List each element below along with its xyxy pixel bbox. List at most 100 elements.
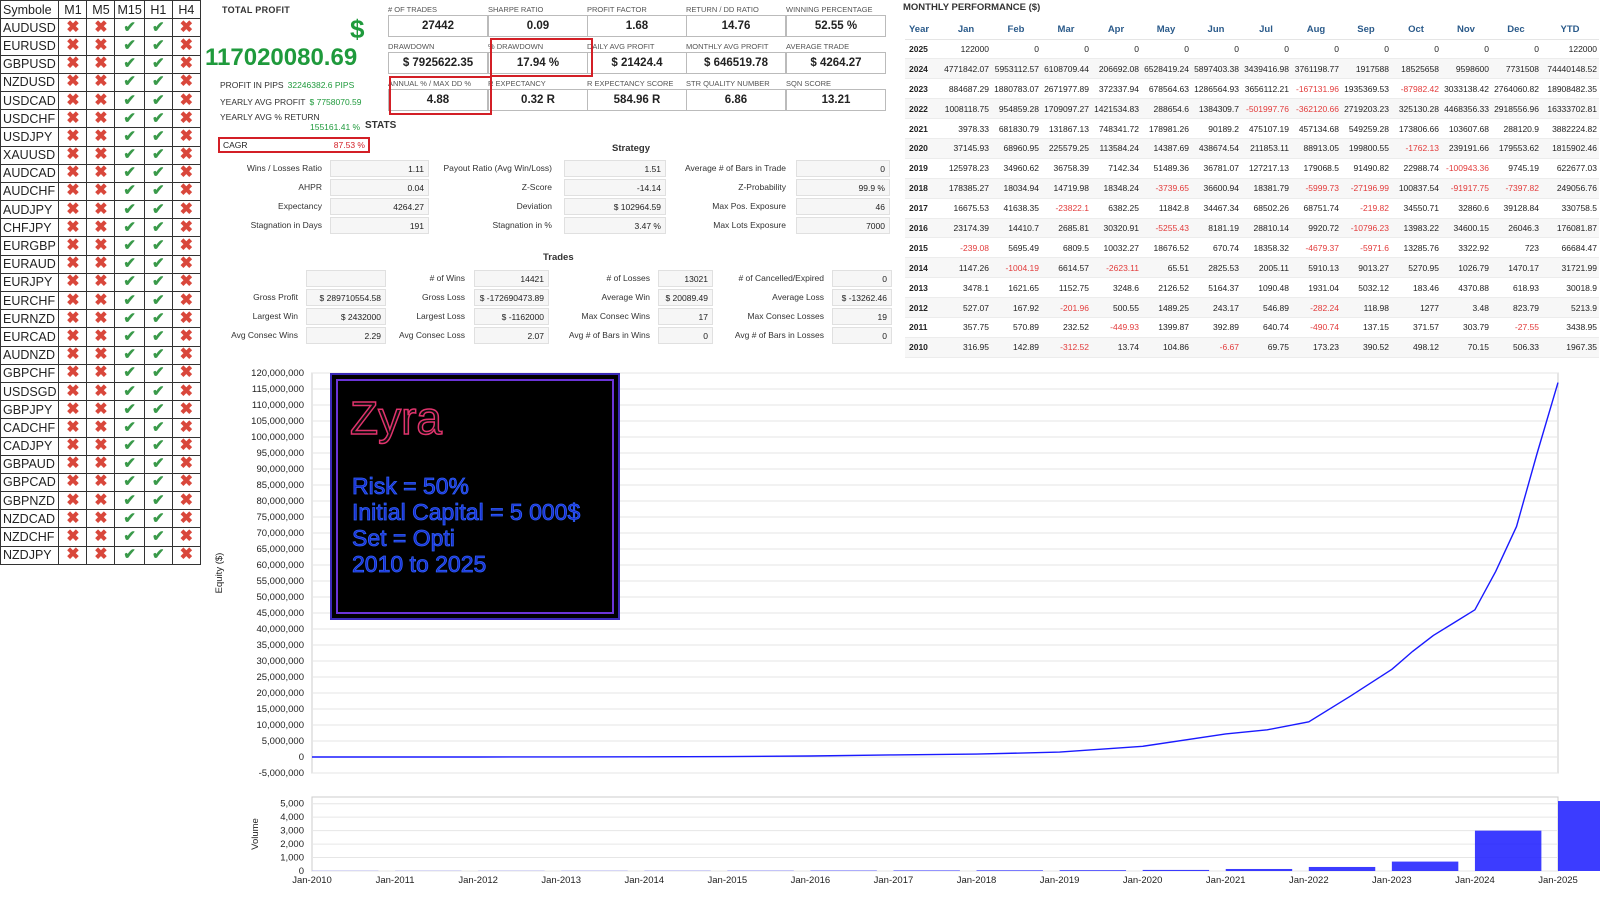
month-value: -23822.1: [1041, 198, 1091, 219]
month-value: 28810.14: [1241, 218, 1291, 239]
metric-label: SHARPE RATIO: [488, 5, 544, 14]
symbol-name: GBPNZD: [0, 491, 60, 511]
symbol-row: USDJPY ✖ ✖ ✔ ✔ ✖: [0, 127, 201, 147]
monthly-row: 2018 178385.27 18034.94 14719.98 18348.24 -37…: [905, 178, 1599, 199]
trades-label: # of Losses: [606, 273, 650, 283]
metric-label: AVERAGE TRADE: [786, 42, 850, 51]
timeframe-cell: ✔: [114, 509, 145, 529]
trades-label: # of Cancelled/Expired: [738, 273, 824, 283]
strategy-value: 3.47 %: [564, 217, 666, 234]
timeframe-cell: ✖: [171, 290, 201, 311]
equity-y-tick-label: 10,000,000: [256, 720, 304, 731]
monthly-row: 2025 122000 0 0 0 0 0 0 0 0 0 0 0 122000: [905, 39, 1599, 60]
timeframe-cell: ✖: [171, 309, 201, 329]
check-icon: ✔: [152, 218, 165, 236]
monthly-row: 2013 3478.1 1621.65 1152.75 3248.6 2126.52 516…: [905, 277, 1599, 299]
cross-icon: ✖: [94, 91, 108, 109]
cross-icon: ✖: [66, 218, 80, 236]
timeframe-cell: ✖: [58, 400, 88, 420]
trades-value: 17: [658, 308, 713, 325]
equity-y-tick-label: 50,000,000: [256, 592, 304, 603]
month-value: 176081.87: [1541, 218, 1599, 239]
cross-icon: ✖: [94, 182, 108, 200]
month-value: -3739.65: [1141, 178, 1191, 199]
trades-title: Trades: [543, 252, 574, 263]
timeframe-cell: ✔: [143, 90, 173, 111]
month-value: 23174.39: [941, 218, 991, 239]
month-value: 1880783.07: [991, 78, 1041, 100]
cross-icon: ✖: [179, 218, 194, 236]
x-tick-label: Jan-2016: [791, 875, 831, 886]
month-value: 178385.27: [941, 178, 991, 199]
timeframe-cell: ✖: [86, 309, 116, 329]
month-value: -10796.23: [1341, 218, 1391, 239]
cross-icon: ✖: [94, 146, 108, 164]
check-icon: ✔: [123, 218, 136, 236]
month-value: 3656112.21: [1241, 78, 1291, 100]
cross-icon: ✖: [94, 73, 108, 91]
cross-icon: ✖: [94, 327, 108, 345]
equity-y-tick-label: 75,000,000: [256, 512, 304, 523]
check-icon: ✔: [123, 182, 136, 200]
month-header: Sep: [1341, 20, 1391, 40]
month-value: 70.15: [1441, 337, 1491, 358]
timeframe-cell: ✖: [58, 509, 88, 529]
month-value: -1762.13: [1391, 138, 1441, 159]
timeframe-cell: ✖: [86, 163, 116, 183]
symbol-row: XAUUSD ✖ ✖ ✔ ✔ ✖: [0, 145, 201, 165]
strategy-value: 0: [796, 160, 890, 177]
equity-y-tick-label: 60,000,000: [256, 560, 304, 571]
month-value: 243.17: [1191, 297, 1241, 318]
check-icon: ✔: [123, 273, 136, 291]
x-tick-label: Jan-2013: [541, 875, 581, 886]
equity-y-tick-label: 115,000,000: [252, 384, 304, 395]
equity-y-tick-label: 105,000,000: [251, 416, 304, 427]
cross-icon: ✖: [66, 237, 80, 255]
symbol-name: AUDCHF: [0, 181, 60, 202]
cross-icon: ✖: [66, 400, 80, 418]
symbol-name: EURAUD: [0, 254, 60, 274]
strategy-label: Wins / Losses Ratio: [246, 163, 322, 173]
timeframe-cell: ✖: [171, 327, 201, 347]
cross-icon: ✖: [94, 309, 108, 327]
metric-card: PROFIT FACTOR 1.68: [587, 5, 687, 42]
timeframe-cell: ✖: [86, 290, 116, 311]
trades-value: 0: [832, 327, 892, 344]
month-value: 618.93: [1491, 277, 1541, 299]
timeframe-cell: ✔: [114, 491, 145, 511]
trades-value: $ -172690473.89: [474, 289, 549, 306]
check-icon: ✔: [123, 91, 136, 109]
month-value: 179553.62: [1491, 138, 1541, 159]
check-icon: ✔: [152, 109, 165, 127]
month-value: -100943.36: [1441, 158, 1491, 179]
volume-bar: [893, 870, 960, 871]
timeframe-cell: ✔: [143, 436, 173, 456]
month-value: 3478.1: [941, 277, 991, 299]
month-value: 34960.62: [991, 158, 1041, 179]
timeframe-cell: ✔: [114, 454, 145, 474]
month-value: -27.55: [1491, 317, 1541, 338]
equity-y-tick-label: 70,000,000: [256, 528, 304, 539]
month-value: 3.48: [1441, 297, 1491, 318]
check-icon: ✔: [123, 237, 136, 255]
timeframe-header: H4: [171, 0, 201, 20]
month-value: 1399.87: [1141, 317, 1191, 338]
symbol-row: GBPAUD ✖ ✖ ✔ ✔ ✖: [0, 454, 201, 474]
cross-icon: ✖: [179, 327, 194, 345]
cross-icon: ✖: [66, 382, 80, 400]
strategy-value: $ 102964.59: [564, 198, 666, 215]
check-icon: ✔: [123, 36, 136, 54]
strategy-value: 99.9 %: [796, 179, 890, 196]
monthly-row: 2021 3978.33 681830.79 131867.13 748341.72 17…: [905, 118, 1599, 139]
timeframe-cell: ✖: [86, 181, 116, 202]
timeframe-cell: ✖: [58, 181, 88, 202]
strategy-name: Zyra: [349, 391, 443, 445]
month-value: 4370.88: [1441, 277, 1491, 299]
strategy-label: Max Lots Exposure: [713, 220, 786, 230]
cross-icon: ✖: [66, 327, 80, 345]
month-value: 34467.34: [1191, 198, 1241, 219]
cross-icon: ✖: [179, 509, 194, 527]
metric-value: 0.32 R: [488, 89, 588, 111]
cross-icon: ✖: [66, 182, 80, 200]
year-cell: 2025: [905, 39, 941, 60]
